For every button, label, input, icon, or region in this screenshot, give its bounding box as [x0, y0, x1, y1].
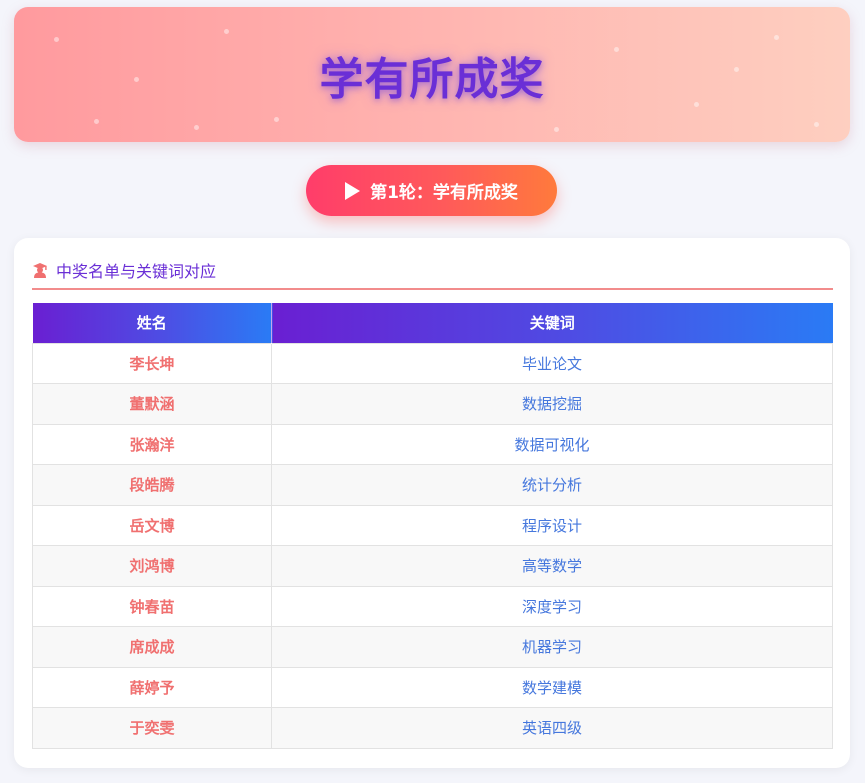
- banner-dot: [134, 77, 139, 82]
- banner-dot: [94, 119, 99, 124]
- name-cell: 钟春苗: [32, 585, 272, 627]
- column-header-name: 姓名: [32, 303, 272, 343]
- keyword-cell: 机器学习: [271, 626, 833, 668]
- table-row: 于奕雯 英语四级: [32, 707, 833, 749]
- table-row: 张瀚洋 数据可视化: [32, 423, 833, 465]
- name-cell: 于奕雯: [32, 707, 272, 749]
- name-cell: 李长坤: [32, 342, 272, 384]
- keyword-cell: 深度学习: [271, 585, 833, 627]
- banner-dot: [554, 127, 559, 132]
- keyword-cell: 统计分析: [271, 464, 833, 506]
- table-row: 席成成 机器学习: [32, 626, 833, 668]
- winners-table: 姓名 关键词 李长坤 毕业论文 董默涵 数据挖掘 张瀚洋 数据可视化 段皓腾 统…: [32, 303, 833, 749]
- keyword-cell: 高等数学: [271, 545, 833, 587]
- page-title: 学有所成奖: [319, 53, 545, 105]
- table-row: 岳文博 程序设计: [32, 504, 833, 546]
- keyword-cell: 程序设计: [271, 504, 833, 546]
- name-cell: 董默涵: [32, 383, 272, 425]
- banner-dot: [194, 125, 199, 130]
- name-cell: 薛婷予: [32, 666, 272, 708]
- banner-dot: [274, 117, 279, 122]
- play-icon: [345, 181, 361, 200]
- table-row: 董默涵 数据挖掘: [32, 383, 833, 425]
- keyword-cell: 英语四级: [271, 707, 833, 749]
- table-header-row: 姓名 关键词: [32, 303, 833, 343]
- banner-dot: [814, 122, 819, 127]
- banner: 学有所成奖: [14, 7, 850, 142]
- table-row: 李长坤 毕业论文: [32, 342, 833, 384]
- name-cell: 刘鸿博: [32, 545, 272, 587]
- winners-card: 中奖名单与关键词对应 姓名 关键词 李长坤 毕业论文 董默涵 数据挖掘 张瀚洋 …: [14, 238, 850, 768]
- banner-dot: [734, 67, 739, 72]
- keyword-cell: 数据挖掘: [271, 383, 833, 425]
- banner-dot: [614, 47, 619, 52]
- name-cell: 席成成: [32, 626, 272, 668]
- card-header: 中奖名单与关键词对应: [32, 260, 833, 290]
- banner-dot: [774, 35, 779, 40]
- keyword-cell: 毕业论文: [271, 342, 833, 384]
- name-cell: 张瀚洋: [32, 423, 272, 465]
- card-title: 中奖名单与关键词对应: [56, 262, 217, 281]
- table-row: 段皓腾 统计分析: [32, 464, 833, 506]
- table-row: 钟春苗 深度学习: [32, 585, 833, 627]
- name-cell: 段皓腾: [32, 464, 272, 506]
- keyword-cell: 数据可视化: [271, 423, 833, 465]
- column-header-keyword: 关键词: [271, 303, 833, 343]
- round-button[interactable]: 第1轮：学有所成奖: [306, 165, 557, 216]
- round-button-label: 第1轮：学有所成奖: [370, 183, 518, 203]
- keyword-cell: 数学建模: [271, 666, 833, 708]
- table-row: 刘鸿博 高等数学: [32, 545, 833, 587]
- banner-dot: [54, 37, 59, 42]
- table-row: 薛婷予 数学建模: [32, 666, 833, 708]
- banner-dot: [224, 29, 229, 34]
- name-cell: 岳文博: [32, 504, 272, 546]
- banner-dot: [694, 102, 699, 107]
- graduate-icon: [33, 263, 47, 278]
